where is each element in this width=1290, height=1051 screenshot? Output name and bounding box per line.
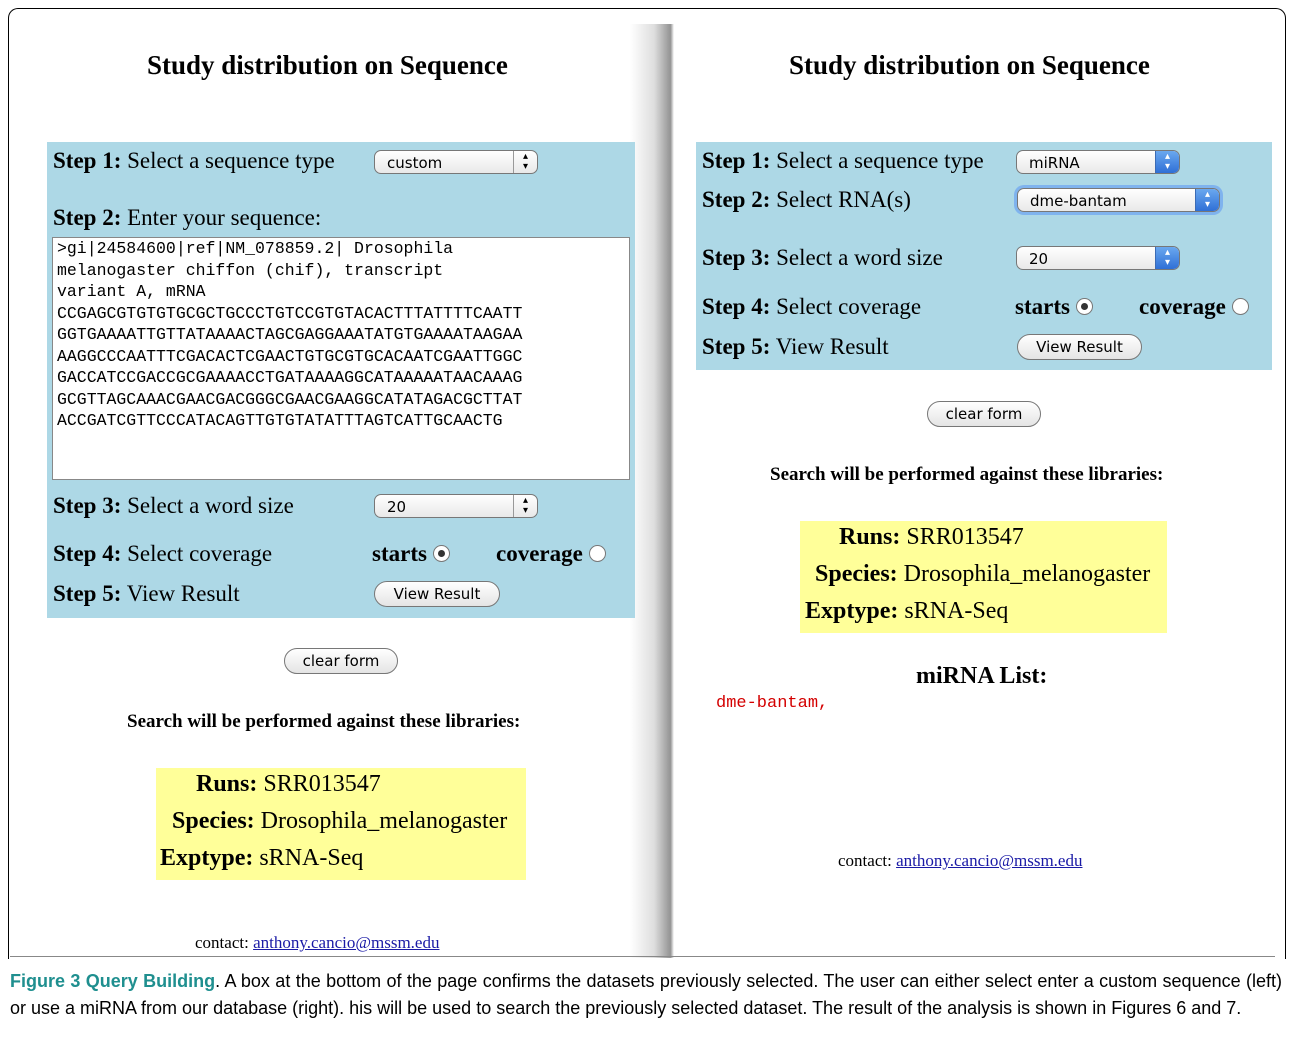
up-down-arrows-icon: ▴ ▾ (1195, 189, 1219, 211)
select-value: miRNA (1029, 154, 1080, 172)
figure-caption: Figure 3 Query Building. A box at the bo… (10, 968, 1282, 1022)
exptype-value: sRNA-Seq (259, 845, 364, 871)
word-size-select[interactable]: 20 ▴ ▾ (374, 494, 538, 518)
step-text: Select a word size (776, 245, 943, 270)
exptype-value: sRNA-Seq (904, 598, 1009, 624)
word-size-select[interactable]: 20 ▴ ▾ (1016, 246, 1180, 270)
species-row: Species: Drosophila_melanogaster (172, 808, 507, 835)
exptype-label: Exptype: (805, 598, 899, 624)
clear-form-button[interactable]: clear form (284, 648, 398, 674)
step2-row: Step 2: Enter your sequence: (53, 205, 321, 231)
radio-label: coverage (496, 541, 583, 566)
step4-row: Step 4: Select coverage (53, 541, 272, 567)
step4-row: Step 4: Select coverage (702, 294, 921, 320)
radio-starts[interactable]: starts (372, 541, 450, 567)
step-text: View Result (775, 334, 889, 359)
radio-button-icon[interactable] (588, 545, 606, 563)
radio-coverage[interactable]: coverage (1139, 294, 1249, 320)
species-value: Drosophila_melanogaster (260, 808, 508, 834)
step-text: Select coverage (127, 541, 273, 566)
page-title: Study distribution on Sequence (789, 50, 1150, 80)
radio-button-icon[interactable] (432, 545, 450, 563)
step5-row: Step 5: View Result (53, 581, 240, 607)
libraries-heading: Search will be performed against these l… (770, 464, 1164, 485)
step-text: Select RNA(s) (776, 187, 911, 212)
up-down-arrows-icon: ▴ ▾ (513, 495, 537, 517)
figure-label: Figure 3 Query Building (10, 971, 216, 991)
page-divider (630, 24, 674, 958)
runs-row: Runs: SRR013547 (196, 771, 381, 798)
step2-row: Step 2: Select RNA(s) (702, 187, 911, 213)
contact-line: contact: anthony.cancio@mssm.edu (838, 851, 1082, 871)
radio-label: starts (1015, 294, 1070, 319)
step3-row: Step 3: Select a word size (53, 493, 294, 519)
species-label: Species: (815, 561, 898, 587)
step3-row: Step 3: Select a word size (702, 245, 943, 271)
radio-starts[interactable]: starts (1015, 294, 1093, 320)
exptype-label: Exptype: (160, 845, 254, 871)
up-down-arrows-icon: ▴ ▾ (1155, 151, 1179, 173)
step1-row: Step 1: Select a sequence type (53, 148, 335, 174)
step-text: View Result (126, 581, 240, 606)
page-title: Study distribution on Sequence (147, 50, 508, 80)
exptype-row: Exptype: sRNA-Seq (805, 598, 1008, 625)
contact-label: contact: (838, 851, 892, 870)
step-label: Step 3: (702, 245, 771, 270)
runs-label: Runs: (839, 524, 901, 550)
radio-coverage[interactable]: coverage (496, 541, 606, 567)
step-label: Step 4: (702, 294, 771, 319)
radio-label: starts (372, 541, 427, 566)
view-result-button[interactable]: View Result (1017, 334, 1142, 360)
species-label: Species: (172, 808, 255, 834)
step5-row: Step 5: View Result (702, 334, 889, 360)
exptype-row: Exptype: sRNA-Seq (160, 845, 363, 872)
step-label: Step 5: (53, 581, 122, 606)
mirna-list-heading: miRNA List: (916, 663, 1048, 689)
step-text: Enter your sequence: (127, 205, 322, 230)
up-down-arrows-icon: ▴ ▾ (513, 151, 537, 173)
radio-button-icon[interactable] (1231, 298, 1249, 316)
contact-email-link[interactable]: anthony.cancio@mssm.edu (896, 851, 1082, 870)
bottom-rule (10, 956, 1275, 957)
clear-form-button[interactable]: clear form (927, 401, 1041, 427)
step-label: Step 2: (702, 187, 771, 212)
contact-line: contact: anthony.cancio@mssm.edu (195, 933, 439, 953)
sequence-textarea[interactable]: >gi|24584600|ref|NM_078859.2| Drosophila… (52, 237, 630, 480)
sequence-type-select[interactable]: miRNA ▴ ▾ (1016, 150, 1180, 174)
select-value: custom (387, 154, 443, 172)
runs-value: SRR013547 (263, 771, 381, 797)
step-label: Step 2: (53, 205, 122, 230)
step-text: Select coverage (776, 294, 922, 319)
sequence-type-select[interactable]: custom ▴ ▾ (374, 150, 538, 174)
contact-label: contact: (195, 933, 249, 952)
select-value: 20 (1029, 250, 1049, 268)
select-value: dme-bantam (1030, 192, 1127, 210)
step-text: Select a sequence type (127, 148, 335, 173)
radio-button-icon[interactable] (1075, 298, 1093, 316)
species-value: Drosophila_melanogaster (903, 561, 1151, 587)
rna-select[interactable]: dme-bantam ▴ ▾ (1017, 188, 1220, 212)
step-text: Select a sequence type (776, 148, 984, 173)
step-label: Step 1: (53, 148, 122, 173)
step-label: Step 5: (702, 334, 771, 359)
contact-email-link[interactable]: anthony.cancio@mssm.edu (253, 933, 439, 952)
mirna-list-item[interactable]: dme-bantam, (716, 694, 828, 713)
runs-row: Runs: SRR013547 (839, 524, 1024, 551)
select-value: 20 (387, 498, 407, 516)
runs-value: SRR013547 (906, 524, 1024, 550)
species-row: Species: Drosophila_melanogaster (815, 561, 1150, 588)
step-label: Step 4: (53, 541, 122, 566)
step-text: Select a word size (127, 493, 294, 518)
step1-row: Step 1: Select a sequence type (702, 148, 984, 174)
view-result-button[interactable]: View Result (374, 581, 500, 607)
up-down-arrows-icon: ▴ ▾ (1155, 247, 1179, 269)
radio-label: coverage (1139, 294, 1226, 319)
step-label: Step 1: (702, 148, 771, 173)
runs-label: Runs: (196, 771, 258, 797)
libraries-heading: Search will be performed against these l… (127, 711, 521, 732)
step-label: Step 3: (53, 493, 122, 518)
